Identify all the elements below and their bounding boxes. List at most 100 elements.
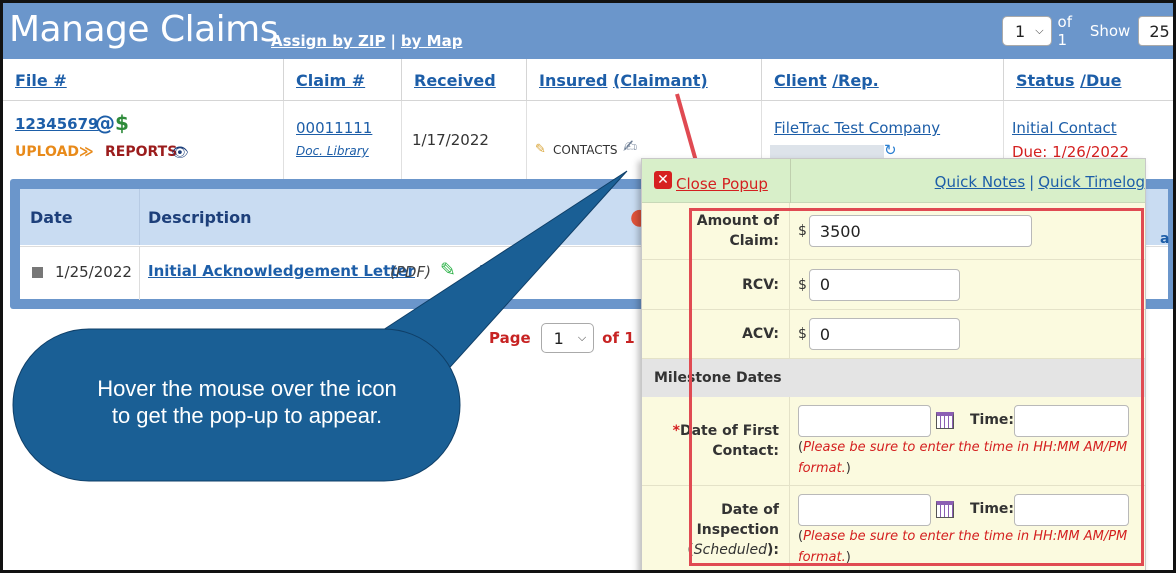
received-date: 1/17/2022 (412, 131, 489, 149)
email-at-icon[interactable]: @ (95, 111, 115, 135)
bottom-page-value: 1 (553, 328, 564, 348)
inspection-hint-line1: Please be sure to enter the time in HH:M… (803, 529, 1128, 544)
acv-label: ACV: (642, 310, 790, 358)
first-contact-hint-line1: Please be sure to enter the time in HH:M… (803, 440, 1128, 455)
doc-col-date: Date (30, 207, 73, 227)
popup-header-divider (790, 159, 791, 203)
amount-input[interactable]: 3500 (808, 215, 1032, 247)
edit-icon[interactable]: ✎ (440, 259, 456, 281)
amount-label: Amount of Claim: (642, 203, 790, 259)
eye-icon[interactable]: 👁 (171, 145, 189, 161)
first-contact-label-line1: Date of First (679, 423, 779, 439)
col-insured-label[interactable]: Insured (539, 71, 607, 90)
status-link[interactable]: Initial Contact (1012, 119, 1117, 137)
col-due-label[interactable]: /Due (1080, 71, 1121, 90)
bottom-page-select[interactable]: 1 ⌵ (540, 323, 595, 353)
upload-link[interactable]: UPLOAD≫ (15, 144, 94, 160)
first-contact-hint-line2: format. (798, 461, 846, 476)
callout-text: Hover the mouse over the icon to get the… (43, 375, 451, 429)
cell-file: 12345679 @ $ UPLOAD≫ REPORTS 👁 (3, 101, 283, 179)
rcv-label: RCV: (642, 260, 790, 309)
inspection-date-input[interactable] (798, 494, 931, 526)
amount-currency: $ (798, 223, 807, 239)
inspection-label-line1: Date of (721, 502, 779, 518)
amount-label-line2: Claim: (729, 233, 779, 249)
col-received-label[interactable]: Received (414, 71, 496, 90)
doc-col-divider (139, 189, 140, 245)
amount-row: Amount of Claim: $ 3500 (642, 203, 1145, 260)
first-contact-label: *Date of First Contact: (642, 397, 790, 485)
page-select[interactable]: 1 ⌵ (1002, 16, 1052, 46)
by-map-link[interactable]: by Map (401, 32, 463, 50)
col-file-label[interactable]: File # (15, 71, 67, 90)
doc-date: 1/25/2022 (55, 263, 132, 281)
file-number-link[interactable]: 12345679 (15, 115, 99, 133)
inspection-row: Date of Inspection (Scheduled): Time: (P… (642, 486, 1145, 570)
col-insured[interactable]: Insured (Claimant) (526, 59, 762, 101)
col-claim-label[interactable]: Claim # (296, 71, 365, 90)
quick-timelog-link[interactable]: Quick Timelog (1038, 173, 1145, 191)
col-client-label[interactable]: Client (774, 71, 827, 90)
refresh-icon[interactable]: ↻ (884, 141, 897, 159)
screenshot-frame: Manage Claims Assign by ZIP | by Map 1 ⌵ o… (0, 0, 1176, 573)
callout-line-2: to get the pop-up to appear. (111, 403, 383, 428)
amount-label-line1: Amount of (696, 213, 779, 229)
contacts-popup-icon[interactable]: ✍ (623, 137, 637, 157)
col-claimant-label[interactable]: (Claimant) (613, 71, 708, 90)
inspection-label-line2: Inspection (696, 522, 779, 538)
col-rep-label[interactable]: /Rep. (832, 71, 879, 90)
amount-value: $ 3500 (798, 203, 1032, 259)
claim-number-link[interactable]: 00011111 (296, 119, 372, 137)
first-contact-date-input[interactable] (798, 405, 931, 437)
quick-links-separator: | (1029, 173, 1035, 191)
contacts-label[interactable]: CONTACTS (553, 143, 618, 157)
doc-col-description: Description (148, 207, 252, 227)
reports-link[interactable]: REPORTS (105, 144, 177, 160)
assign-by-zip-link[interactable]: Assign by ZIP (271, 32, 385, 50)
top-pager: 1 ⌵ of 1 Show 25 (1002, 13, 1173, 49)
close-popup-link[interactable]: Close Popup (676, 175, 768, 193)
chevron-down-icon: ⌵ (577, 331, 587, 344)
page-count-label: of 1 (1057, 13, 1072, 49)
calendar-icon[interactable] (936, 501, 954, 518)
rcv-value: $ 0 (798, 260, 960, 309)
header-link-separator: | (390, 32, 396, 50)
acv-input[interactable]: 0 (808, 318, 960, 350)
doc-title-link[interactable]: Initial Acknowledgement Letter (148, 262, 415, 280)
col-status[interactable]: Status /Due (1003, 59, 1173, 101)
acv-value: $ 0 (798, 310, 960, 358)
acv-row: ACV: $ 0 (642, 310, 1145, 359)
inspection-time-input[interactable] (1014, 494, 1129, 526)
col-claim[interactable]: Claim # (283, 59, 405, 101)
first-contact-hint: (Please be sure to enter the time in HH:… (798, 440, 1128, 476)
show-label: Show (1089, 22, 1131, 40)
rcv-input[interactable]: 0 (808, 268, 960, 301)
callout-line-1: Hover the mouse over the icon (97, 376, 397, 401)
popup-header: ✕ Close Popup Quick Notes | Quick Timelog (642, 159, 1145, 203)
page-title: Manage Claims (9, 9, 278, 50)
claim-popup: ✕ Close Popup Quick Notes | Quick Timelog … (641, 158, 1146, 570)
rcv-currency: $ (798, 276, 807, 293)
doc-library-link[interactable]: Doc. Library (296, 144, 369, 158)
page-header: Manage Claims Assign by ZIP | by Map 1 ⌵ o… (3, 3, 1173, 59)
acv-currency: $ (798, 326, 807, 342)
first-contact-time-input[interactable] (1014, 405, 1129, 437)
doc-action-link[interactable]: ED (479, 262, 502, 280)
col-status-label[interactable]: Status (1016, 71, 1075, 90)
col-file[interactable]: File # (3, 59, 286, 101)
rcv-row: RCV: $ 0 (642, 260, 1145, 310)
doc-col-partial: a (1160, 231, 1170, 247)
chevron-down-icon: ⌵ (1035, 24, 1044, 37)
first-contact-time-label: Time: (970, 412, 1015, 428)
milestone-section-title: Milestone Dates (642, 359, 1145, 397)
col-client[interactable]: Client /Rep. (761, 59, 1005, 101)
col-received[interactable]: Received (401, 59, 529, 101)
pencil-icon[interactable]: ✎ (535, 142, 546, 157)
billing-dollar-icon[interactable]: $ (115, 111, 129, 135)
client-link[interactable]: FileTrac Test Company (774, 119, 940, 137)
show-count-input[interactable]: 25 (1138, 16, 1173, 46)
quick-notes-link[interactable]: Quick Notes (935, 173, 1026, 191)
close-icon[interactable]: ✕ (654, 171, 672, 189)
doc-type: (PDF) (390, 263, 431, 281)
calendar-icon[interactable] (936, 412, 954, 429)
